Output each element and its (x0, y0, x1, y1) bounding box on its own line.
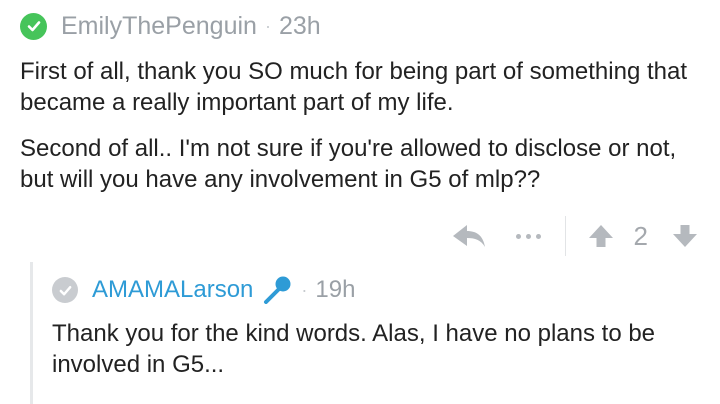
reply-thread-line[interactable] (30, 262, 33, 404)
comment-paragraph: Second of all.. I'm not sure if you're a… (20, 135, 677, 193)
comment-header: EmilyThePenguin · 23h (20, 8, 321, 44)
comment-paragraph: First of all, thank you SO much for bein… (20, 58, 687, 116)
comment-username[interactable]: EmilyThePenguin (61, 12, 257, 41)
reply-username[interactable]: AMAMALarson (92, 276, 253, 304)
comment-age: 23h (278, 11, 321, 40)
separator-dot: · (301, 279, 308, 300)
reply-text: Thank you for the kind words. Alas, I ha… (52, 320, 656, 378)
vote-count: 2 (633, 220, 648, 251)
downvote-arrow-icon[interactable] (672, 223, 698, 249)
microphone-icon (263, 276, 293, 304)
more-dots-icon[interactable] (515, 233, 541, 239)
reply-age: 19h (315, 276, 356, 303)
comment-actions: 2 (452, 216, 698, 256)
separator-dot: · (264, 15, 271, 36)
comment-thread: EmilyThePenguin · 23h First of all, than… (0, 0, 720, 404)
checkmark-circle-icon (20, 12, 47, 40)
action-divider (564, 216, 566, 256)
checkmark-circle-icon (52, 277, 78, 303)
reply-header: AMAMALarson · 19h (52, 273, 355, 307)
reply-arrow-icon[interactable] (452, 223, 486, 249)
upvote-arrow-icon[interactable] (588, 223, 614, 249)
